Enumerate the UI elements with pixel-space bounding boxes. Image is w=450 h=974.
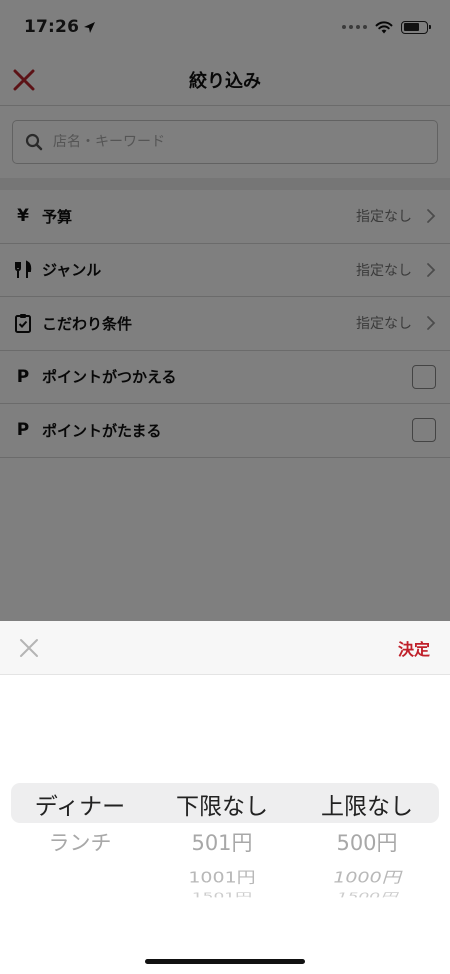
budget-picker-sheet: 決定 ディナー ランチ 下限なし 501円 1001円 1501円 上限なし 5… [0, 621, 450, 974]
sheet-cancel-button[interactable] [16, 635, 42, 661]
picker-selected-value: ディナー [34, 794, 126, 820]
budget-picker[interactable]: ディナー ランチ 下限なし 501円 1001円 1501円 上限なし 500円… [0, 771, 450, 911]
sheet-toolbar: 決定 [0, 621, 450, 675]
picker-selected-value: 下限なし [176, 794, 268, 820]
picker-option[interactable]: 1000円 [292, 866, 442, 888]
home-indicator [145, 959, 305, 964]
picker-option[interactable]: 1501円 [147, 889, 297, 897]
modal-backdrop[interactable] [0, 0, 450, 621]
picker-selected-value: 上限なし [321, 794, 413, 820]
picker-option[interactable]: ランチ [5, 827, 155, 857]
picker-option[interactable]: 500円 [292, 827, 442, 857]
done-button[interactable]: 決定 [398, 636, 430, 660]
picker-option[interactable]: 1001円 [147, 866, 297, 888]
picker-option[interactable]: 1500円 [292, 889, 442, 897]
picker-option[interactable]: 501円 [147, 827, 297, 857]
close-icon [20, 638, 38, 657]
